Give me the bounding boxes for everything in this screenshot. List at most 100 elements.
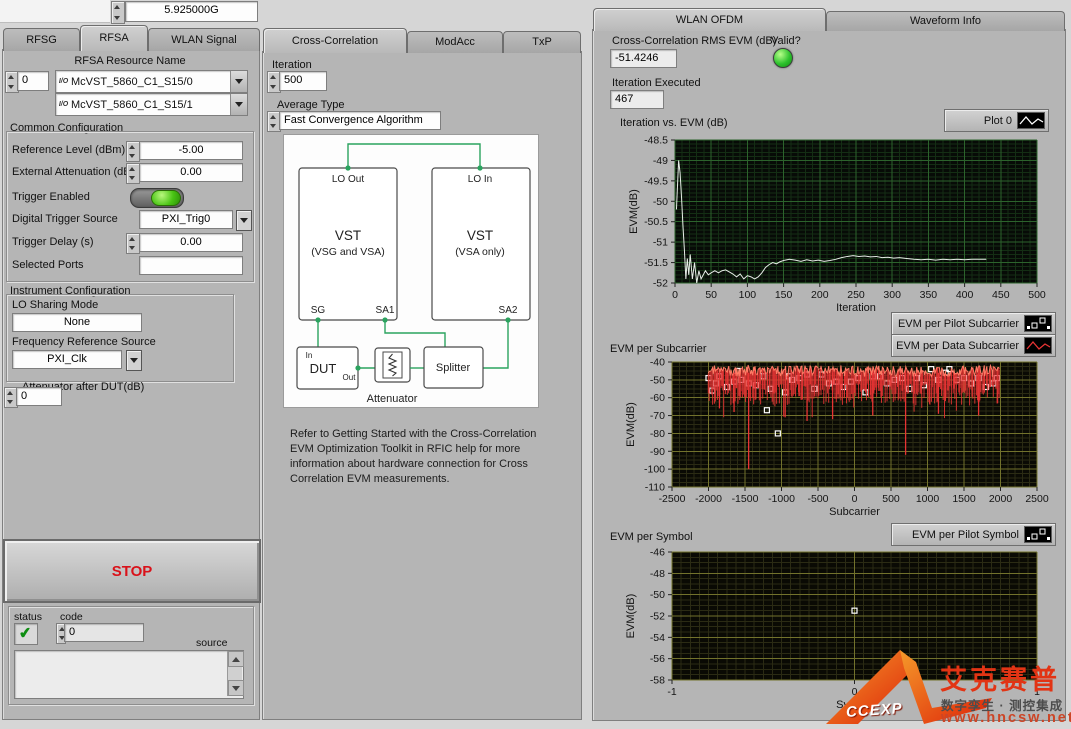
tab-rfsa[interactable]: RFSA xyxy=(80,25,148,51)
trigger-delay-spinner[interactable] xyxy=(126,233,140,254)
tab-waveform-info[interactable]: Waveform Info xyxy=(826,11,1065,31)
source-label: source xyxy=(196,637,228,649)
svg-text:EVM(dB): EVM(dB) xyxy=(628,189,640,234)
svg-text:50: 50 xyxy=(705,289,717,301)
trigger-delay-label: Trigger Delay (s) xyxy=(12,236,94,248)
iteration-evm-chart: 050100150200250300350400450500-52-51.5-5… xyxy=(600,130,1060,322)
average-type-label: Average Type xyxy=(277,99,344,111)
code-label: code xyxy=(60,611,83,623)
tab-txp[interactable]: TxP xyxy=(503,31,581,53)
trigger-enabled-toggle[interactable] xyxy=(130,188,184,208)
svg-text:Attenuator: Attenuator xyxy=(367,393,418,405)
line-plot-glyph-icon xyxy=(1017,112,1045,129)
frequency-field[interactable]: 5.925000G xyxy=(125,1,258,22)
iteration-label: Iteration xyxy=(272,59,312,71)
operate-menu-button[interactable] xyxy=(236,210,252,231)
help-note-text: Refer to Getting Started with the Cross-… xyxy=(290,427,540,486)
svg-text:Splitter: Splitter xyxy=(436,362,471,374)
chart1-legend-label: Plot 0 xyxy=(984,115,1012,127)
dropdown-arrow-icon[interactable] xyxy=(230,71,247,92)
svg-text:EVM(dB): EVM(dB) xyxy=(625,402,637,447)
code-field[interactable]: 0 xyxy=(64,623,144,642)
scroll-up-icon[interactable] xyxy=(228,651,244,667)
frequency-spinner[interactable] xyxy=(111,1,125,24)
resource-index-field[interactable]: 0 xyxy=(17,71,49,91)
svg-text:-49: -49 xyxy=(653,155,668,167)
svg-text:-110: -110 xyxy=(645,482,665,494)
svg-text:-52: -52 xyxy=(650,611,665,623)
visa-io-icon: I/O xyxy=(56,78,71,85)
scrollbar[interactable] xyxy=(227,651,242,696)
svg-text:LO Out: LO Out xyxy=(332,174,364,185)
svg-text:-56: -56 xyxy=(650,653,665,665)
svg-text:350: 350 xyxy=(920,289,938,301)
evm-per-subcarrier-chart: -2500-2000-1500-1000-5000500100015002000… xyxy=(600,308,1060,520)
svg-text:500: 500 xyxy=(1028,289,1046,301)
chart1-legend[interactable]: Plot 0 xyxy=(944,109,1049,132)
tab-rfsg[interactable]: RFSG xyxy=(3,28,80,51)
trigger-delay-field[interactable]: 0.00 xyxy=(139,233,243,252)
svg-text:-500: -500 xyxy=(807,493,828,505)
svg-text:-51.5: -51.5 xyxy=(644,257,668,269)
svg-text:-2000: -2000 xyxy=(695,493,722,505)
tab-wlan-ofdm[interactable]: WLAN OFDM xyxy=(593,8,826,31)
svg-text:-46: -46 xyxy=(650,547,665,559)
svg-text:-58: -58 xyxy=(650,675,665,687)
frequency-reference-source-field[interactable]: PXI_Clk xyxy=(12,350,122,369)
svg-text:200: 200 xyxy=(811,289,829,301)
partial-control xyxy=(0,0,110,23)
lo-sharing-mode-field[interactable]: None xyxy=(12,313,142,332)
svg-text:-1500: -1500 xyxy=(732,493,759,505)
svg-text:-90: -90 xyxy=(650,446,665,458)
chart1-title: Iteration vs. EVM (dB) xyxy=(620,117,728,129)
resource-combo-1-value: McVST_5860_C1_S15/1 xyxy=(71,99,230,111)
svg-text:Out: Out xyxy=(343,373,357,382)
svg-text:-54: -54 xyxy=(650,632,665,644)
stop-button[interactable]: STOP xyxy=(3,539,261,603)
error-source-textarea[interactable] xyxy=(14,650,244,699)
rms-evm-field[interactable]: -51.4246 xyxy=(610,49,677,68)
digital-trigger-source-field[interactable]: PXI_Trig0 xyxy=(139,210,233,229)
lo-sharing-mode-label: LO Sharing Mode xyxy=(12,299,98,311)
svg-text:SA1: SA1 xyxy=(376,305,395,316)
attenuator-after-dut-field[interactable]: 0 xyxy=(16,387,62,406)
svg-text:150: 150 xyxy=(775,289,793,301)
svg-text:Subcarrier: Subcarrier xyxy=(829,506,880,518)
svg-text:-40: -40 xyxy=(650,357,665,369)
rfsa-resource-combo-1[interactable]: I/O McVST_5860_C1_S15/1 xyxy=(55,93,248,116)
tab-wlan-signal[interactable]: WLAN Signal xyxy=(148,28,260,51)
selected-ports-field[interactable] xyxy=(139,256,243,275)
svg-text:500: 500 xyxy=(882,493,900,505)
svg-text:-100: -100 xyxy=(644,464,665,476)
reference-level-field[interactable]: -5.00 xyxy=(139,141,243,160)
average-type-field[interactable]: Fast Convergence Algorithm xyxy=(279,111,441,130)
rfsa-resource-combo-0[interactable]: I/O McVST_5860_C1_S15/0 xyxy=(55,70,248,93)
tab-cross-correlation[interactable]: Cross-Correlation xyxy=(263,28,407,53)
svg-text:(VSG and VSA): (VSG and VSA) xyxy=(311,246,385,258)
iteration-executed-field[interactable]: 467 xyxy=(610,90,664,109)
svg-text:400: 400 xyxy=(956,289,974,301)
svg-text:1500: 1500 xyxy=(952,493,976,505)
watermark-url: www.hncsw.net xyxy=(941,710,1071,726)
trigger-enabled-label: Trigger Enabled xyxy=(12,191,90,203)
svg-text:250: 250 xyxy=(847,289,865,301)
svg-text:-50: -50 xyxy=(650,589,665,601)
svg-text:-50.5: -50.5 xyxy=(644,216,668,228)
svg-text:-48.5: -48.5 xyxy=(644,135,668,147)
iteration-field[interactable]: 500 xyxy=(279,71,327,91)
tab-modacc[interactable]: ModAcc xyxy=(407,31,503,53)
scroll-down-icon[interactable] xyxy=(228,680,244,696)
external-attenuation-field[interactable]: 0.00 xyxy=(139,163,243,182)
svg-text:-1000: -1000 xyxy=(768,493,795,505)
svg-text:100: 100 xyxy=(739,289,757,301)
operate-menu-button[interactable] xyxy=(126,350,142,371)
iteration-executed-label: Iteration Executed xyxy=(612,77,701,89)
svg-text:450: 450 xyxy=(992,289,1010,301)
svg-text:-50: -50 xyxy=(653,196,668,208)
dropdown-arrow-icon[interactable] xyxy=(230,94,247,115)
svg-text:-52: -52 xyxy=(653,278,668,290)
visa-io-icon: I/O xyxy=(56,101,71,108)
rfsa-resource-name-label: RFSA Resource Name xyxy=(40,55,220,67)
external-attenuation-spinner[interactable] xyxy=(126,163,140,184)
reference-level-spinner[interactable] xyxy=(126,141,140,162)
